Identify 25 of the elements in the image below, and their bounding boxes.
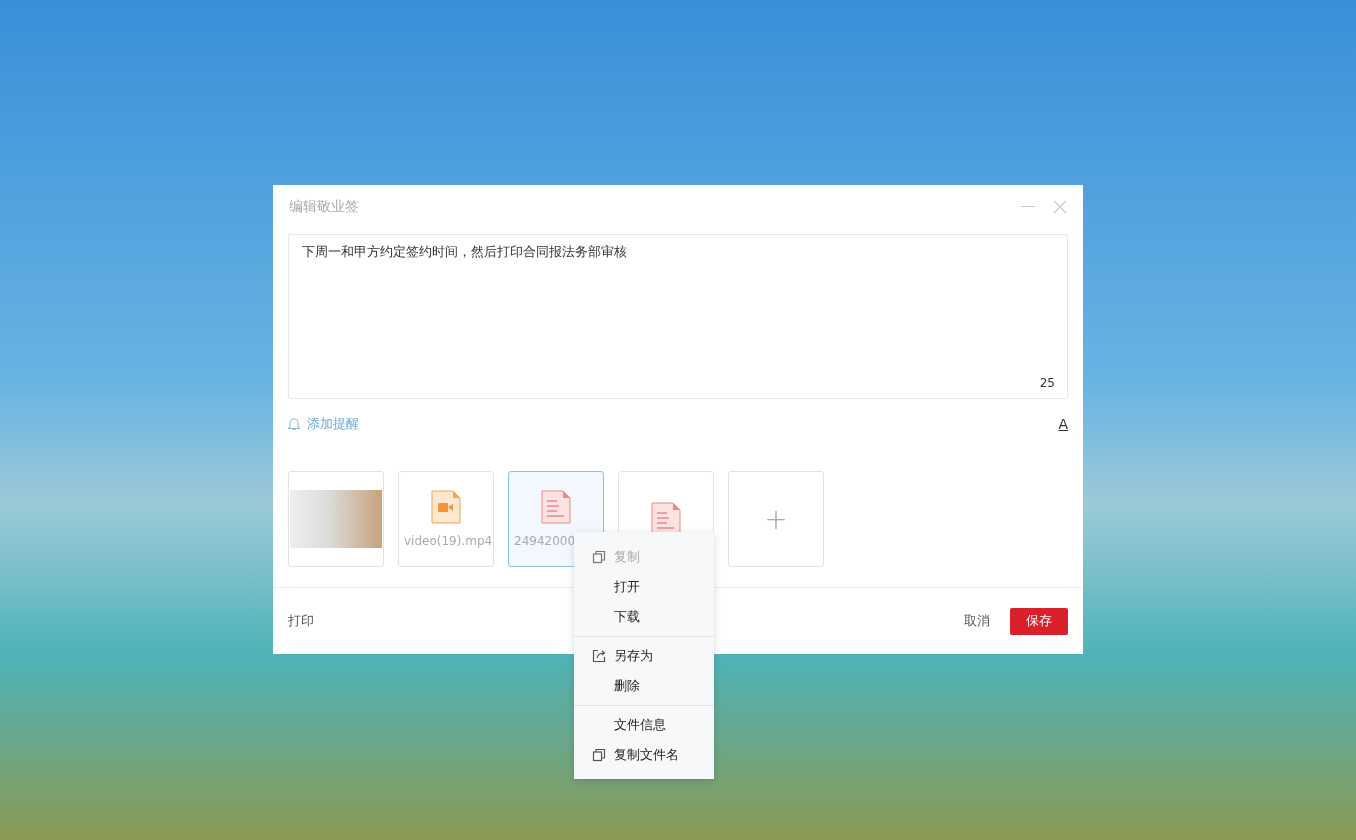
cancel-button[interactable]: 取消 (964, 612, 990, 630)
copy-icon (592, 748, 606, 762)
menu-item[interactable]: 复制文件名 (574, 740, 714, 770)
video-file-icon (431, 490, 461, 524)
attachment-card[interactable] (288, 471, 384, 567)
character-count: 25 (1039, 376, 1055, 390)
file-name: 24942000 (514, 534, 576, 548)
menu-item[interactable]: 删除 (574, 671, 714, 701)
note-text: 下周一和甲方约定签约时间，然后打印合同报法务部审核 (302, 243, 628, 261)
dialog-title: 编辑敬业签 (289, 198, 359, 216)
copy-icon (592, 550, 606, 564)
document-file-icon (541, 490, 571, 524)
bell-icon (288, 417, 300, 431)
menu-item[interactable]: 下载 (574, 602, 714, 632)
save-button[interactable]: 保存 (1010, 607, 1068, 635)
close-icon[interactable] (1053, 200, 1067, 214)
menu-item[interactable]: 另存为 (574, 641, 714, 671)
menu-item[interactable]: 文件信息 (574, 710, 714, 740)
file-name: video(19).mp4 (404, 534, 493, 548)
minimize-icon[interactable] (1021, 206, 1035, 208)
export-icon (592, 649, 606, 663)
print-button[interactable]: 打印 (288, 612, 314, 630)
note-field[interactable]: 下周一和甲方约定签约时间，然后打印合同报法务部审核 25 (288, 234, 1068, 399)
menu-item[interactable]: 打开 (574, 572, 714, 602)
font-button[interactable]: A (1058, 416, 1068, 432)
